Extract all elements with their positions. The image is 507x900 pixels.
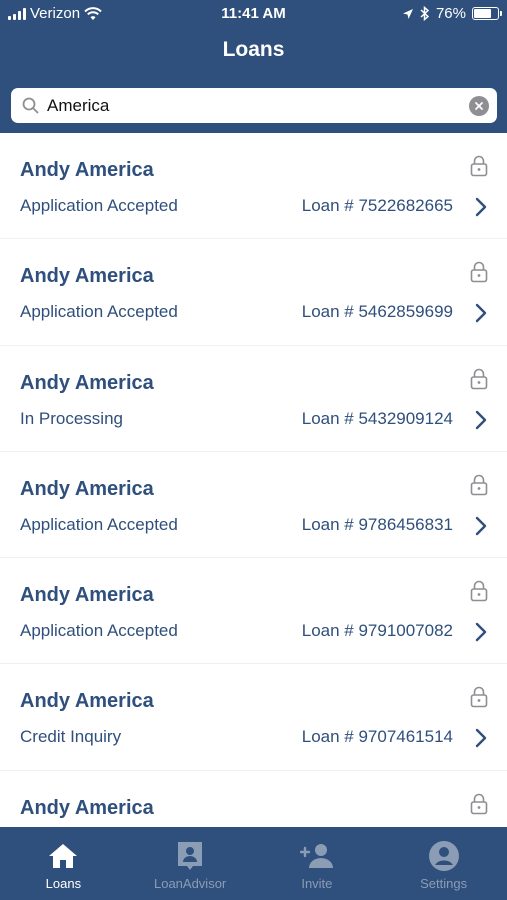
loan-number: Loan # 9786456831: [301, 514, 453, 534]
chevron-right-icon: [475, 516, 487, 536]
loan-number: Loan # 7522682665: [301, 196, 453, 215]
app-header: Verizon 11:41 AM 76% Loans: [0, 0, 507, 133]
loan-row[interactable]: Andy America Credit Inquiry Loan # 9707461…: [0, 664, 507, 771]
loan-status: Credit Inquiry: [20, 727, 122, 747]
tab-label: LoanAdvisor: [153, 876, 227, 891]
lock-icon: [470, 155, 488, 177]
loan-list: Andy America Application Accepted Loan # 7…: [0, 133, 507, 827]
loan-status: Application Accepted: [20, 514, 178, 534]
borrower-name: Andy America: [20, 159, 154, 181]
battery-fill: [474, 9, 492, 18]
lock-icon: [470, 793, 488, 815]
loan-row[interactable]: Andy America Application Accepted Loan # 7…: [0, 133, 507, 240]
loan-row[interactable]: Andy America In Processing Loan # 54329091…: [0, 346, 507, 452]
loan-number: Loan # 9791007082: [301, 621, 453, 641]
tab-loans[interactable]: Loans: [0, 827, 127, 900]
location-icon: [402, 8, 413, 19]
page-title: Loans: [222, 38, 285, 61]
lock-icon: [470, 368, 488, 390]
loan-status: Application Accepted: [20, 196, 178, 215]
borrower-name: Andy America: [20, 371, 154, 394]
chevron-right-icon: [475, 303, 487, 323]
lock-icon: [470, 474, 488, 496]
loan-number: Loan # 9707461514: [301, 727, 453, 747]
loan-status: In Processing: [20, 408, 123, 428]
borrower-name: Andy America: [20, 796, 154, 819]
tab-label: Invite: [301, 876, 333, 891]
tab-settings[interactable]: Settings: [380, 827, 507, 900]
chevron-right-icon: [475, 410, 487, 430]
tab-bar: Loans LoanAdvisor Invite Settings: [0, 827, 507, 900]
chevron-right-icon: [475, 622, 487, 642]
lock-icon: [470, 261, 488, 283]
bluetooth-icon: [420, 6, 430, 21]
loan-row[interactable]: Andy America Application Accepted Loan # 9…: [0, 452, 507, 559]
profile-icon: [428, 840, 460, 872]
tab-loanadvisor[interactable]: LoanAdvisor: [127, 827, 254, 900]
chevron-right-icon: [475, 728, 487, 748]
loan-status: Application Accepted: [20, 621, 178, 641]
search-input[interactable]: [47, 95, 469, 116]
borrower-name: Andy America: [20, 265, 154, 288]
tab-label: Loans: [45, 876, 82, 891]
borrower-name: Andy America: [20, 690, 154, 713]
add-person-icon: [299, 840, 334, 872]
battery-percent: 76%: [435, 5, 466, 22]
chevron-right-icon: [475, 197, 487, 217]
search-bar[interactable]: [11, 88, 497, 123]
borrower-name: Andy America: [20, 584, 154, 607]
status-bar: Verizon 11:41 AM 76%: [0, 0, 507, 28]
loan-row[interactable]: Andy America Application Accepted Loan # 5…: [0, 239, 507, 346]
tab-invite[interactable]: Invite: [254, 827, 381, 900]
lock-icon: [470, 580, 488, 602]
battery-icon: [472, 7, 502, 20]
status-right: 76%: [402, 5, 502, 22]
loan-status: Application Accepted: [20, 302, 178, 322]
loan-row[interactable]: Andy America Application Accepted Loan # 9…: [0, 558, 507, 665]
lock-icon: [470, 686, 488, 708]
tab-label: Settings: [420, 876, 468, 891]
loan-number: Loan # 5462859699: [301, 302, 453, 322]
loan-row[interactable]: Andy America: [0, 771, 507, 827]
loan-number: Loan # 5432909124: [301, 408, 453, 428]
contact-card-icon: [174, 840, 206, 872]
home-icon: [47, 840, 79, 872]
search-icon: [21, 97, 39, 115]
clear-search-icon[interactable]: [469, 95, 489, 116]
borrower-name: Andy America: [20, 477, 154, 500]
